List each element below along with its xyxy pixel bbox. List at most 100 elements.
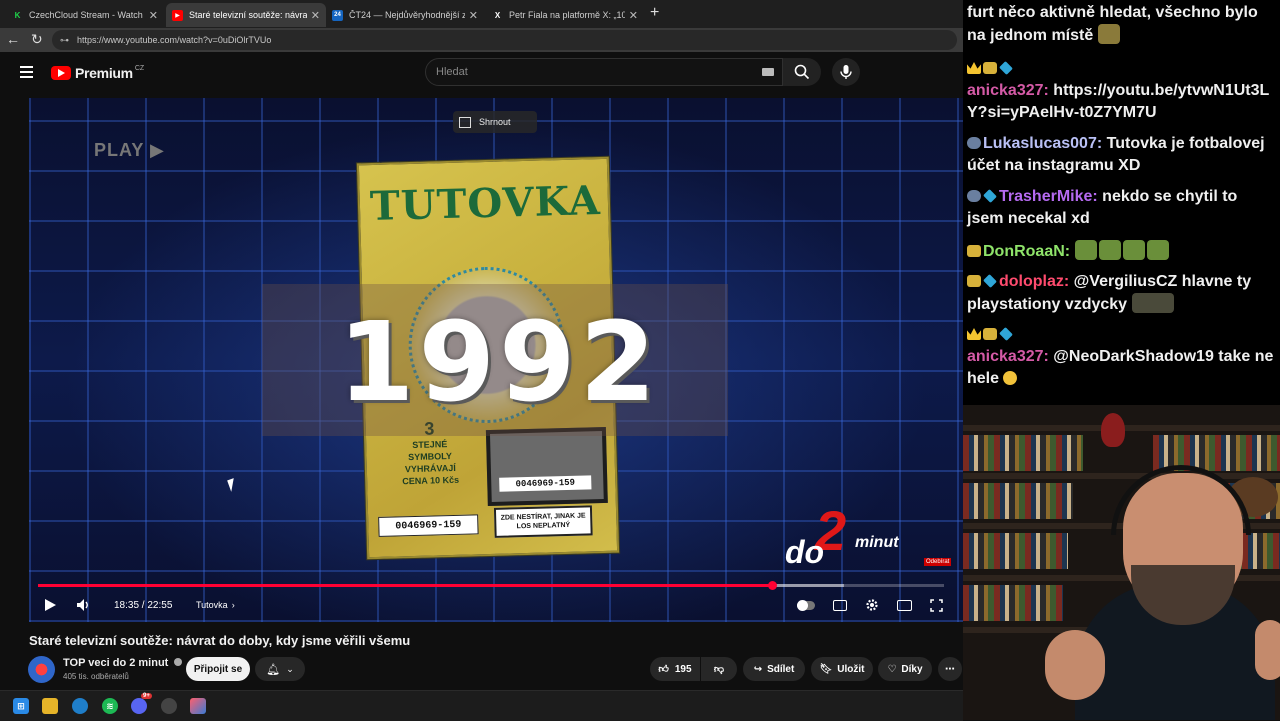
gift-badge-icon	[967, 245, 981, 257]
chat-message: doloplaz: @VergiliusCZ hlavne ty playsta…	[967, 273, 1252, 313]
browser-tab-bar: K CzechCloud Stream - Watch Live o ✕ ▶ S…	[0, 0, 963, 28]
spotify-icon[interactable]: ≋	[102, 698, 118, 714]
url-field[interactable]: ⊶ https://www.youtube.com/watch?v=0uDiOl…	[52, 30, 957, 50]
menu-icon[interactable]	[20, 66, 33, 78]
chat-username[interactable]: TrasherMike	[999, 188, 1092, 205]
chat-message: anicka327: https://youtu.be/ytvwN1Ut3LY?…	[967, 58, 1277, 124]
chat-message: TrasherMike: nekdo se chytil to jsem nec…	[967, 188, 1238, 227]
time-display: 18:35 / 22:55	[114, 599, 173, 611]
play-button[interactable]	[43, 595, 57, 615]
volume-button[interactable]	[76, 595, 92, 615]
subtitles-button[interactable]	[833, 595, 847, 615]
tab-favicon: X	[494, 10, 501, 20]
gorilla-emote-icon	[1098, 240, 1121, 260]
summary-label: Shrnout	[479, 117, 511, 127]
ticket-serial: 0046969-159	[378, 514, 479, 537]
obs-icon[interactable]	[161, 698, 177, 714]
browser-tab-active[interactable]: ▶ Staré televizní soutěže: návrat ✕	[166, 3, 326, 27]
cube-badge-icon	[983, 274, 997, 288]
video-title: Staré televizní soutěže: návrat do doby,…	[29, 633, 411, 648]
channel-avatar[interactable]	[28, 656, 55, 683]
progress-scrubber[interactable]	[767, 581, 777, 590]
pill-badge-icon	[967, 190, 981, 202]
subscribe-watermark[interactable]: Odebírat	[924, 558, 952, 566]
gift-badge-icon	[983, 328, 997, 340]
address-bar-row: ← ↻ ⊶ https://www.youtube.com/watch?v=0u…	[0, 28, 963, 52]
browser-tab[interactable]: X Petr Fiala na platformě X: „100 dní ✕	[486, 3, 644, 27]
shelf	[963, 473, 1280, 479]
more-actions-button[interactable]: ⋯	[938, 657, 962, 681]
ticket-serial-inner: 0046969-159	[499, 475, 592, 492]
windows-start-icon[interactable]: ⊞	[13, 698, 29, 714]
cube-badge-icon	[999, 61, 1013, 75]
region-label: CZ	[134, 65, 145, 72]
chat-username[interactable]: Lukaslucas007	[983, 135, 1097, 152]
reload-icon[interactable]: ↻	[31, 31, 43, 48]
chat-username[interactable]: doloplaz	[999, 273, 1064, 290]
subscriber-count: 405 tis. odběratelů	[63, 672, 129, 681]
tab-title: Staré televizní soutěže: návrat	[189, 10, 307, 20]
autoplay-toggle[interactable]	[797, 595, 815, 615]
save-button[interactable]: 🔖︎ Uložit	[811, 657, 873, 681]
chat-message: DonRoaaN:	[967, 240, 1277, 263]
browser-tab[interactable]: K CzechCloud Stream - Watch Live o ✕	[6, 3, 164, 27]
taskbar: ⊞ ≋ 9+	[0, 690, 963, 721]
copilot-icon[interactable]	[190, 698, 206, 714]
chevron-right-icon: ›	[231, 600, 235, 610]
keyboard-icon[interactable]	[762, 68, 774, 76]
edge-browser-icon[interactable]	[72, 698, 88, 714]
bookmark-icon: 🔖︎	[819, 663, 833, 675]
tab-title: Petr Fiala na platformě X: „100 dní	[509, 10, 625, 20]
person-hand	[1045, 630, 1105, 700]
gorilla-emote-icon	[1122, 240, 1145, 260]
theater-mode-button[interactable]	[897, 595, 912, 615]
progress-bar[interactable]	[38, 581, 944, 590]
car-emote-icon	[1131, 293, 1174, 313]
new-tab-button[interactable]: +	[650, 4, 659, 22]
join-button[interactable]: Připojit se	[186, 657, 250, 681]
chapter-button[interactable]: Tutovka ›	[196, 595, 235, 615]
like-button[interactable]: 👍︎ 195	[650, 657, 700, 681]
search-input[interactable]: Hledat	[425, 58, 783, 86]
channel-watermark: 2 do minut	[785, 498, 925, 578]
back-arrow-icon[interactable]: ←	[6, 31, 20, 47]
ticket-title: TUTOVKA	[369, 177, 602, 231]
search-button[interactable]	[783, 58, 821, 86]
discord-icon[interactable]: 9+	[131, 693, 152, 714]
youtube-logo[interactable]: Premium CZ	[51, 65, 144, 81]
year-overlay: 1992	[337, 298, 661, 426]
chevron-down-icon: ⌄	[286, 663, 294, 674]
cube-badge-icon	[999, 327, 1013, 341]
tab-favicon: K	[14, 10, 21, 20]
voice-search-button[interactable]	[832, 58, 860, 86]
close-tab-icon[interactable]: ✕	[149, 9, 158, 22]
video-player[interactable]: PLAY ▶ Shrnout TUTOVKA 3 STEJNÉ SYMBOLY …	[29, 98, 963, 622]
settings-button[interactable]	[865, 595, 879, 615]
close-tab-icon[interactable]: ✕	[311, 9, 320, 22]
cube-badge-icon	[983, 189, 997, 203]
share-button[interactable]: ↪ Sdílet	[743, 657, 805, 681]
share-icon: ↪	[753, 663, 763, 675]
progress-played	[38, 584, 772, 587]
browser-tab[interactable]: 24 ČT24 — Nejdůvěryhodnější zpravo ✕	[326, 3, 484, 27]
fullscreen-button[interactable]	[930, 595, 943, 615]
chat-username[interactable]: anicka327	[967, 348, 1044, 365]
channel-name-text: TOP veci do 2 minut	[63, 657, 169, 669]
search-icon	[794, 64, 810, 80]
summary-bar[interactable]: Shrnout	[453, 111, 537, 133]
file-explorer-icon[interactable]	[42, 698, 58, 714]
dislike-button[interactable]: 👎︎	[701, 657, 737, 681]
thanks-button[interactable]: ♡ Díky	[878, 657, 932, 681]
channel-name[interactable]: TOP veci do 2 minut	[63, 657, 183, 669]
pepe-emote-icon	[1097, 24, 1120, 44]
chat-username[interactable]: anicka327	[967, 82, 1044, 99]
close-tab-icon[interactable]: ✕	[629, 9, 638, 22]
close-tab-icon[interactable]: ✕	[469, 9, 478, 22]
pill-badge-icon	[967, 137, 981, 149]
miniplayer-icon	[897, 599, 912, 611]
notifications-button[interactable]: 🔔︎ ⌄	[255, 657, 305, 681]
subtitles-icon	[833, 599, 847, 611]
play-icon	[45, 599, 56, 611]
site-info-icon[interactable]: ⊶	[60, 35, 69, 46]
chat-username[interactable]: DonRoaaN	[983, 243, 1065, 260]
